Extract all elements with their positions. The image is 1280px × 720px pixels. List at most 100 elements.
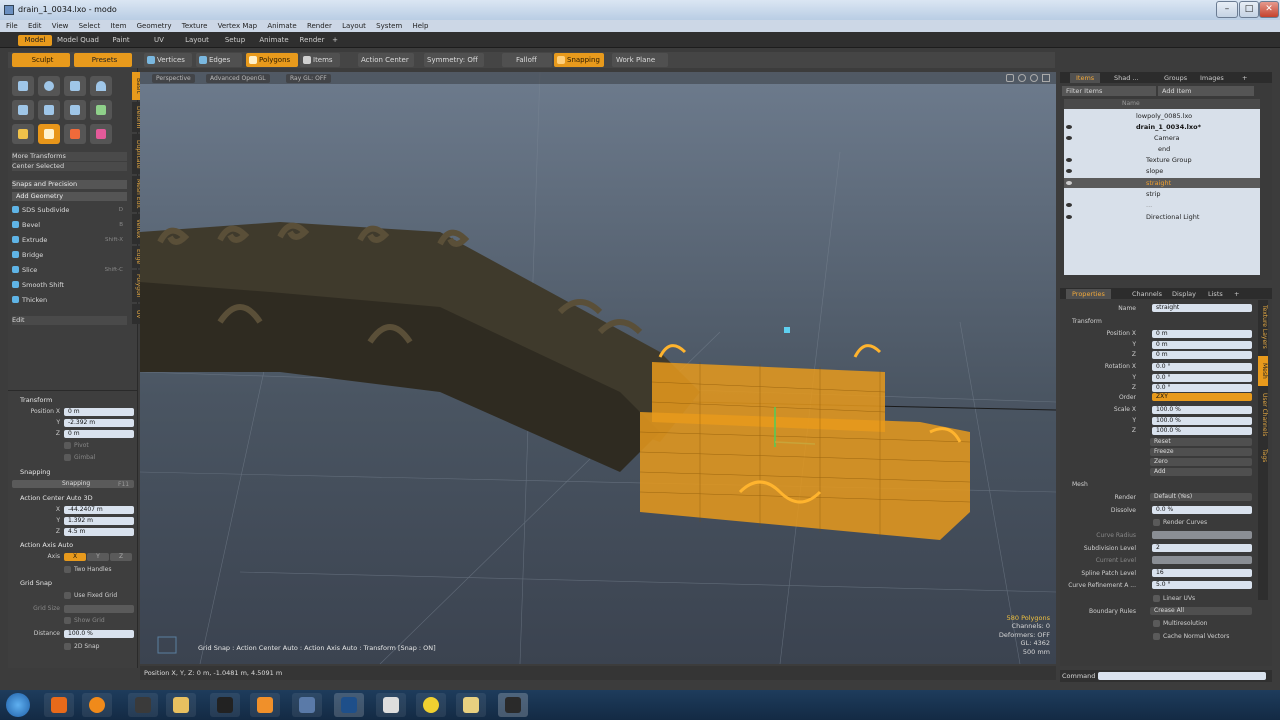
tab-render[interactable]: Render [296, 35, 328, 46]
item-straight[interactable]: straight [1064, 178, 1260, 188]
add-tab-button[interactable]: + [1228, 289, 1245, 299]
items-mode-button[interactable]: Items [300, 53, 340, 67]
position-z-field[interactable]: 0 m [64, 430, 134, 438]
menu-animate[interactable]: Animate [267, 22, 296, 30]
curve-radius-field[interactable] [1152, 531, 1252, 539]
tab-paint[interactable]: Paint [104, 35, 138, 46]
freeze-button[interactable]: Freeze [1150, 448, 1252, 456]
position-z-field[interactable]: 0 m [1152, 351, 1252, 359]
start-button-icon[interactable] [6, 693, 30, 717]
tool-thicken[interactable]: Thicken [12, 296, 127, 305]
push-tool-icon[interactable] [64, 124, 86, 144]
taskbar-notes[interactable] [416, 693, 446, 717]
sphere-tool-icon[interactable] [38, 76, 60, 96]
visibility-eye-icon[interactable] [1066, 158, 1072, 162]
tab-presets[interactable]: Presets [74, 53, 132, 67]
sidetab-user-channels[interactable]: User Channels [1258, 390, 1268, 440]
transform-tool-icon[interactable] [12, 124, 34, 144]
tab-items[interactable]: Items [1070, 73, 1101, 83]
position-x-field[interactable]: 0 m [1152, 330, 1252, 338]
tab-setup[interactable]: Setup [220, 35, 250, 46]
add-tab-button[interactable]: + [1236, 73, 1253, 83]
item-unnamed[interactable]: ... [1064, 200, 1260, 210]
bend-tool-icon[interactable] [90, 124, 112, 144]
cube-tool-icon[interactable] [12, 76, 34, 96]
tab-lists[interactable]: Lists [1202, 289, 1229, 299]
ac-y-field[interactable]: 1.392 m [64, 517, 134, 525]
3d-viewport[interactable] [140, 72, 1056, 664]
axis-z-button[interactable]: Z [110, 553, 132, 561]
taskbar-firefox[interactable] [44, 693, 74, 717]
item-directional-light[interactable]: Directional Light [1064, 212, 1260, 222]
tab-model-quad[interactable]: Model Quad [56, 35, 100, 46]
name-field[interactable]: straight [1152, 304, 1252, 312]
symmetry-dropdown[interactable]: Symmetry: Off [424, 53, 484, 67]
item-slope[interactable]: slope [1064, 166, 1260, 176]
item-drain-scene[interactable]: drain_1_0034.lxo* [1064, 122, 1260, 132]
snapping-section[interactable]: Snapping [20, 468, 51, 476]
sidetab-mesh[interactable]: Mesh [1258, 356, 1268, 386]
taskbar-modo[interactable] [498, 693, 528, 717]
tool-bridge[interactable]: Bridge [12, 251, 127, 260]
two-handles-checkbox[interactable] [64, 566, 71, 573]
tool-smooth-shift[interactable]: Smooth Shift [12, 281, 127, 290]
visibility-eye-icon[interactable] [1066, 125, 1072, 129]
position-x-field[interactable]: 0 m [64, 408, 134, 416]
taskbar-folder[interactable] [456, 693, 486, 717]
sidetab-texture-layers[interactable]: Texture Layers [1258, 302, 1268, 352]
tool-slice[interactable]: Slice Shift-C [12, 266, 127, 275]
rotation-y-field[interactable]: 0.0 ° [1152, 374, 1252, 382]
tab-channels[interactable]: Channels [1126, 289, 1168, 299]
menu-item[interactable]: Item [110, 22, 126, 30]
render-dropdown[interactable]: Default (Yes) [1150, 493, 1252, 501]
grid-snap-section[interactable]: Grid Snap [20, 579, 52, 587]
taskbar-media[interactable] [82, 693, 112, 717]
position-y-field[interactable]: 0 m [1152, 341, 1252, 349]
mesh-section[interactable]: Mesh [1072, 481, 1088, 488]
vertices-mode-button[interactable]: Vertices [144, 53, 192, 67]
tab-sculpt[interactable]: Sculpt [12, 53, 70, 67]
tab-display[interactable]: Display [1166, 289, 1202, 299]
transform-section[interactable]: Transform [20, 396, 52, 404]
falloff-dropdown[interactable]: Falloff [502, 53, 552, 67]
maximize-view-icon[interactable] [1042, 74, 1050, 82]
axis-y-button[interactable]: Y [87, 553, 109, 561]
dissolve-field[interactable]: 0.0 % [1152, 506, 1252, 514]
sidetab-tags[interactable]: Tags [1258, 444, 1268, 468]
spline-patch-level-field[interactable]: 16 [1152, 569, 1252, 577]
cylinder-tool-icon[interactable] [64, 76, 86, 96]
snapping-button[interactable]: Snapping [12, 480, 134, 488]
action-center-section[interactable]: Action Center Auto 3D [20, 494, 93, 502]
view-perspective-button[interactable]: Perspective [152, 74, 195, 83]
use-fixed-grid-checkbox[interactable] [64, 592, 71, 599]
items-name-column[interactable]: Name [1064, 99, 1260, 109]
menu-render[interactable]: Render [307, 22, 332, 30]
add-tab-button[interactable]: + [330, 35, 340, 46]
boundary-rules-dropdown[interactable]: Crease All [1150, 607, 1252, 615]
visibility-eye-icon[interactable] [1066, 181, 1072, 185]
tab-uv[interactable]: UV [144, 35, 174, 46]
zoom-view-icon[interactable] [1030, 74, 1038, 82]
tab-model[interactable]: Model [18, 35, 52, 46]
close-button[interactable]: ✕ [1259, 1, 1279, 18]
2d-snap-checkbox[interactable] [64, 643, 71, 650]
taskbar-media-app[interactable] [292, 693, 322, 717]
view-advanced-opengl-button[interactable]: Advanced OpenGL [206, 74, 270, 83]
rotation-x-field[interactable]: 0.0 ° [1152, 363, 1252, 371]
item-lowpoly-scene[interactable]: lowpoly_0085.lxo [1064, 111, 1260, 121]
tab-groups[interactable]: Groups [1158, 73, 1193, 83]
action-axis-section[interactable]: Action Axis Auto [20, 541, 73, 549]
multiresolution-checkbox[interactable] [1153, 620, 1160, 627]
rotation-z-field[interactable]: 0.0 ° [1152, 384, 1252, 392]
menu-texture[interactable]: Texture [182, 22, 208, 30]
menu-vertex-map[interactable]: Vertex Map [218, 22, 258, 30]
order-dropdown[interactable]: ZXY [1152, 393, 1252, 401]
ac-x-field[interactable]: -44.2407 m [64, 506, 134, 514]
gimbal-checkbox[interactable] [64, 454, 71, 461]
command-input[interactable] [1098, 672, 1266, 680]
scale-y-field[interactable]: 100.0 % [1152, 417, 1252, 425]
item-strip[interactable]: strip [1064, 189, 1260, 199]
item-end[interactable]: end [1064, 144, 1260, 154]
current-level-field[interactable] [1152, 556, 1252, 564]
work-plane-dropdown[interactable]: Work Plane [612, 53, 668, 67]
